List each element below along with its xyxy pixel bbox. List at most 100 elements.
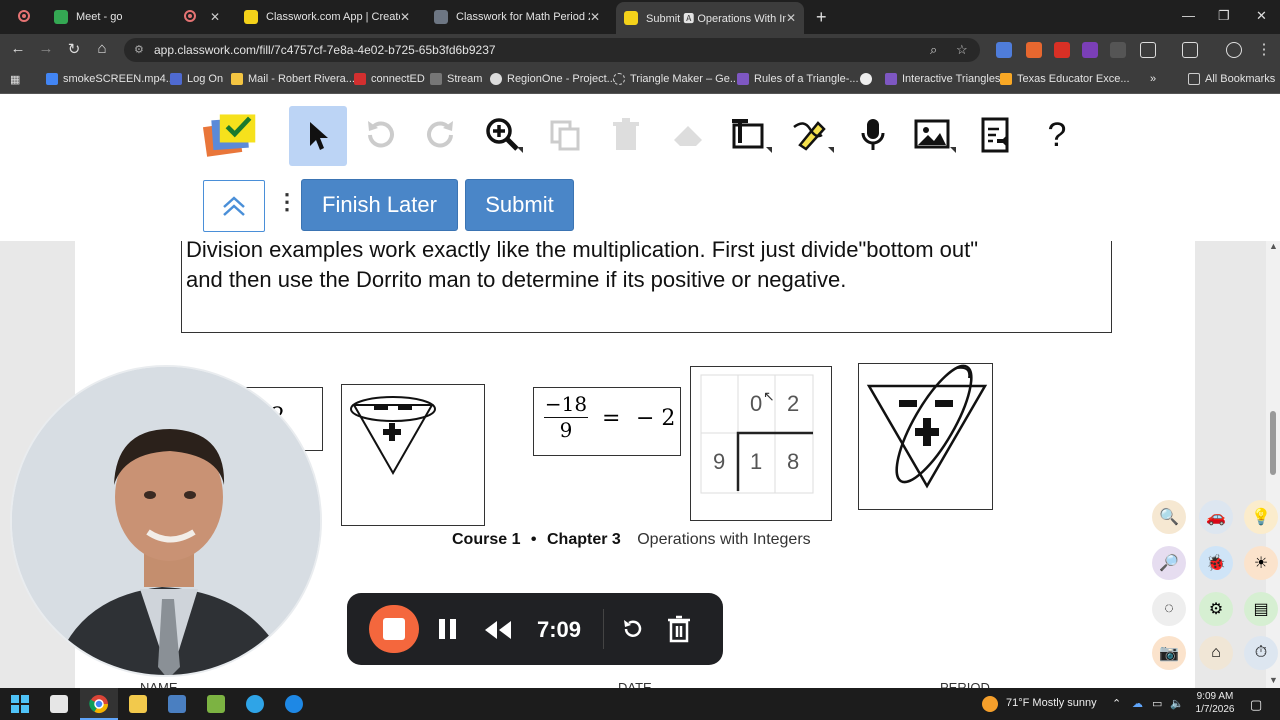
chrome-taskbar-item[interactable] [80,688,118,720]
select-tool-button[interactable] [289,106,347,166]
widget-camera-icon[interactable]: 📷 [1152,636,1186,670]
new-tab-button[interactable]: + [808,4,832,30]
url-field[interactable]: ⚙ app.classwork.com/fill/7c4757cf-7e8a-4… [124,38,980,62]
instructions-textbox[interactable]: Division examples work exactly like the … [181,237,1112,333]
extensions-puzzle-icon[interactable] [1140,42,1156,58]
long-division-box[interactable]: 0 2 9 1 8 ↖ [690,366,832,521]
redo-button[interactable] [413,107,469,163]
sidepanel-icon[interactable] [1182,42,1198,58]
widget-timer-icon[interactable]: ⏱ [1244,636,1278,670]
stop-recording-button[interactable] [369,605,419,653]
pause-button[interactable] [437,617,459,646]
duplicate-button[interactable] [537,107,593,163]
read-aloud-button[interactable] [968,107,1024,163]
extension-icon[interactable] [996,42,1012,58]
cloud-icon[interactable]: ☁ [1132,697,1143,710]
widget-magnifier-icon[interactable]: 🔎 [1152,546,1186,580]
annotated-dorrito-image[interactable] [858,363,993,510]
submit-button[interactable]: Submit [465,179,574,231]
weather-text[interactable]: 71°F Mostly sunny [1006,697,1097,709]
delete-button[interactable] [598,107,654,163]
widget-ladybug-icon[interactable]: 🐞 [1199,546,1233,580]
eraser-button[interactable] [660,107,716,163]
image-button[interactable] [906,107,962,163]
home-icon[interactable]: ⌂ [92,40,112,57]
bookmarks-overflow-button[interactable]: » [1150,73,1156,85]
text-tool-button[interactable] [722,107,778,163]
network-icon[interactable]: ▭ [1152,697,1162,710]
extension-icon[interactable] [1082,42,1098,58]
widget-gear-icon[interactable]: ⚙ [1199,592,1233,626]
app-icon[interactable] [207,695,225,713]
bookmark-item[interactable]: smokeSCREEN.mp4... [46,73,175,85]
tray-overflow-icon[interactable]: ⌃ [1112,697,1121,710]
widget-hidden-icon[interactable]: ◌ [1152,592,1186,626]
close-icon[interactable]: ✕ [786,11,796,25]
finish-later-button[interactable]: Finish Later [301,179,458,231]
volume-icon[interactable]: 🔈 [1170,697,1184,710]
close-window-icon[interactable]: ✕ [1256,8,1267,24]
dorrito-man-image[interactable] [341,384,485,526]
bookmark-item[interactable]: Stream [430,73,482,85]
site-info-icon[interactable]: ⚙ [134,38,144,62]
widget-shop-icon[interactable]: ⌂ [1199,636,1233,670]
widget-sun-icon[interactable]: ☀ [1244,546,1278,580]
tab-meet[interactable]: Meet - go ✕ [46,4,228,30]
close-icon[interactable]: ✕ [400,10,410,24]
bookmark-item[interactable]: Rules of a Triangle-... [737,73,859,85]
calculator-icon[interactable] [168,695,186,713]
apps-grid-icon[interactable]: ▦ [10,73,20,86]
pen-tool-button[interactable] [784,107,840,163]
profile-icon[interactable] [1226,42,1242,58]
all-bookmarks-button[interactable]: All Bookmarks [1188,73,1275,85]
division-equation-box[interactable]: −18 9 = − 2 [533,387,681,456]
tab-classwork-period[interactable]: Classwork for Math Period 2 ✕ [426,4,608,30]
restore-icon[interactable]: ❐ [1218,8,1230,24]
close-icon[interactable]: ✕ [210,10,220,24]
widget-search-icon[interactable]: 🔍 [1152,500,1186,534]
menu-kebab-icon[interactable]: ⋮ [1254,40,1274,58]
restart-button[interactable] [621,617,645,646]
webcam-bubble[interactable] [10,365,322,677]
widget-notes-icon[interactable]: ▤ [1244,592,1278,626]
bookmark-item[interactable] [860,73,877,85]
scroll-up-icon[interactable]: ▲ [1269,241,1278,251]
undo-button[interactable] [352,107,408,163]
forward-icon[interactable]: → [36,40,56,57]
help-button[interactable]: ? [1029,107,1085,163]
minimize-icon[interactable]: — [1182,8,1195,23]
rewind-button[interactable] [483,619,513,646]
scrollbar-thumb[interactable] [1270,411,1276,475]
edge-icon[interactable] [246,695,264,713]
bookmark-item[interactable]: Texas Educator Exce... [1000,73,1130,85]
zoom-icon[interactable]: ⌕ [930,38,937,62]
bookmark-item[interactable]: Log On [170,73,223,85]
more-options-icon[interactable]: ⋮ [276,191,298,213]
notifications-icon[interactable]: ▢ [1250,697,1262,713]
file-explorer-icon[interactable] [129,695,147,713]
bookmark-star-icon[interactable]: ☆ [956,38,968,62]
tab-classwork-app[interactable]: Classwork.com App | Create Eng ✕ [236,4,418,30]
extension-icon[interactable] [1110,42,1126,58]
back-icon[interactable]: ← [8,40,28,57]
close-icon[interactable]: ✕ [590,10,600,24]
bookmark-item[interactable]: connectED [354,73,425,85]
reload-icon[interactable]: ↻ [64,40,84,58]
extension-icon[interactable] [1026,42,1042,58]
recorder-app-icon[interactable] [285,695,303,713]
widget-car-icon[interactable]: 🚗 [1199,500,1233,534]
collapse-toolbar-button[interactable] [203,180,265,232]
bookmark-item[interactable]: Triangle Maker – Ge... [613,73,739,85]
scroll-down-icon[interactable]: ▼ [1269,675,1278,685]
bookmark-item[interactable]: Interactive Triangles [885,73,1000,85]
clock[interactable]: 9:09 AM 1/7/2026 [1192,690,1238,716]
windows-start-icon[interactable] [11,695,29,713]
tab-submit[interactable]: Submit 🅰 Operations With Integ ✕ [616,2,804,34]
store-icon[interactable] [50,695,68,713]
bookmark-item[interactable]: RegionOne - Project... [490,73,616,85]
extension-icon[interactable] [1054,42,1070,58]
discard-button[interactable] [667,615,691,648]
widget-lightbulb-icon[interactable]: 💡 [1244,500,1278,534]
zoom-button[interactable] [475,107,531,163]
bookmark-item[interactable]: Mail - Robert Rivera... [231,73,355,85]
